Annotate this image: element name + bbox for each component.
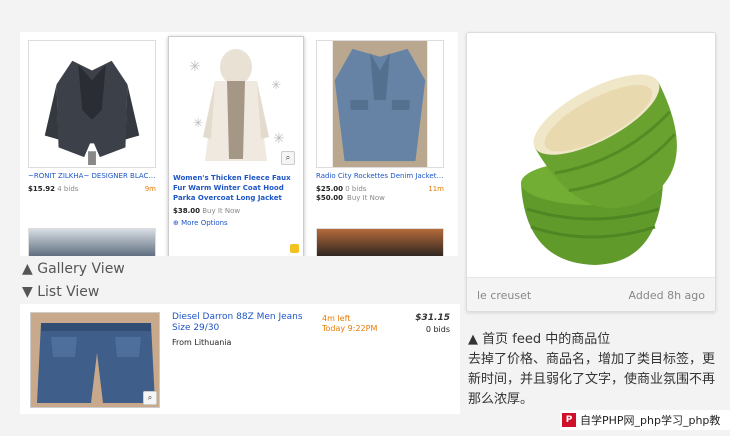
- item-title[interactable]: ~RONIT ZILKHA~ DESIGNER BLACK...: [28, 172, 156, 181]
- list-item-price: $31.15: [415, 313, 450, 323]
- item-meta: $38.00 Buy It Now: [173, 207, 299, 215]
- list-item-origin: From Lithuania: [172, 338, 232, 347]
- product-image[interactable]: [28, 40, 156, 168]
- item-meta: $25.00 0 bids 11m: [316, 185, 444, 193]
- pin-icon[interactable]: [290, 244, 299, 253]
- item-price: $15.92: [28, 185, 56, 193]
- buy-it-now-label: Buy It Now: [347, 194, 385, 202]
- product-image[interactable]: [316, 40, 444, 168]
- gallery-panel: ~RONIT ZILKHA~ DESIGNER BLACK... $15.92 …: [20, 32, 458, 256]
- svg-text:✳: ✳: [271, 78, 281, 92]
- item-bids: 0 bids: [345, 185, 367, 193]
- svg-text:✳: ✳: [273, 131, 285, 147]
- item-price-buy-now: $50.00: [316, 194, 344, 202]
- list-item-time: 4m left Today 9:22PM: [322, 314, 377, 334]
- gallery-item-partial[interactable]: [28, 228, 156, 256]
- jeans-image: [31, 313, 159, 407]
- caption-body: 去掉了价格、商品名，增加了类目标签，更新时间，并且弱化了文字，使商业氛围不再那么…: [468, 352, 716, 407]
- watermark-logo-icon: P: [562, 413, 576, 427]
- gallery-item[interactable]: ~RONIT ZILKHA~ DESIGNER BLACK... $15.92 …: [28, 40, 156, 193]
- item-price: $25.00: [316, 185, 344, 193]
- gallery-view-label[interactable]: ▲ Gallery View: [22, 261, 125, 277]
- feed-card[interactable]: le creuset Added 8h ago: [466, 32, 716, 312]
- item-price: $38.00: [173, 207, 201, 215]
- black-coat-image: [29, 41, 155, 167]
- item-time: 11m: [428, 185, 444, 193]
- bowls-image: [467, 33, 715, 277]
- added-time: Added 8h ago: [628, 289, 705, 302]
- item-bids: 4 bids: [57, 185, 79, 193]
- list-panel: ⌕ Diesel Darron 88Z Men Jeans Size 29/30…: [20, 304, 460, 414]
- zoom-icon[interactable]: ⌕: [143, 391, 157, 405]
- denim-jacket-image: [317, 41, 443, 167]
- product-image[interactable]: ⌕: [30, 312, 160, 408]
- product-image[interactable]: ✳ ✳ ✳ ✳ ⌕: [173, 41, 299, 169]
- item-time: 9m: [144, 185, 156, 193]
- time-left: 4m left: [322, 314, 351, 323]
- list-item-title[interactable]: Diesel Darron 88Z Men Jeans Size 29/30: [172, 312, 312, 334]
- watermark-text: 自学PHP网_php学习_php教: [580, 414, 721, 427]
- plus-circle-icon: ⊕: [173, 219, 179, 227]
- svg-text:✳: ✳: [193, 116, 203, 130]
- gallery-item-focused[interactable]: ✳ ✳ ✳ ✳ ⌕ Women's Thicken Fleece Faux Fu…: [168, 36, 304, 256]
- gallery-item[interactable]: Radio City Rockettes Denim Jacket ... $2…: [316, 40, 444, 202]
- more-options-link[interactable]: ⊕ More Options: [173, 219, 299, 227]
- caption: ▲ 首页 feed 中的商品位 去掉了价格、商品名，增加了类目标签，更新时间，并…: [468, 330, 723, 410]
- fleece-coat-image: ✳ ✳ ✳ ✳: [173, 41, 299, 169]
- item-title[interactable]: Radio City Rockettes Denim Jacket ...: [316, 172, 444, 181]
- svg-text:✳: ✳: [189, 59, 201, 75]
- item-meta-buy: $50.00 Buy It Now: [316, 194, 444, 202]
- product-image[interactable]: [467, 33, 715, 277]
- item-title[interactable]: Women's Thicken Fleece Faux Fur Warm Win…: [173, 173, 299, 203]
- more-options-label: More Options: [181, 219, 228, 227]
- list-view-label[interactable]: ▼ List View: [22, 284, 99, 300]
- watermark: P 自学PHP网_php学习_php教: [560, 410, 730, 430]
- gallery-item-partial[interactable]: [316, 228, 444, 256]
- zoom-icon[interactable]: ⌕: [281, 151, 295, 165]
- category-tag[interactable]: le creuset: [477, 289, 531, 302]
- item-meta: $15.92 4 bids 9m: [28, 185, 156, 193]
- buy-it-now-label: Buy It Now: [202, 207, 241, 215]
- feed-card-footer: le creuset Added 8h ago: [467, 277, 715, 311]
- end-time: Today 9:22PM: [322, 324, 378, 333]
- list-item-bids: 0 bids: [425, 325, 450, 334]
- caption-title: ▲ 首页 feed 中的商品位: [468, 332, 611, 347]
